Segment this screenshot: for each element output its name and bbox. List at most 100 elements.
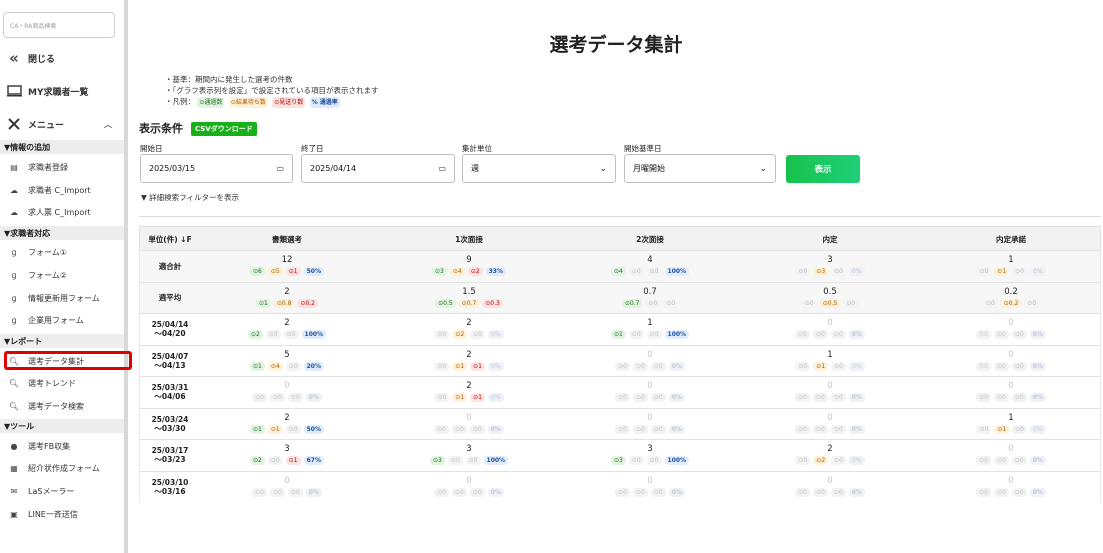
- table-cell: 0 ⊙0 ⊙0 ⊙0 0%: [936, 317, 1086, 339]
- cell-count: 2: [466, 318, 472, 328]
- pass-count: ⊙0: [252, 487, 267, 497]
- sidebar-item-label: LaSメーラー: [28, 486, 75, 496]
- base-day-select[interactable]: 月曜開始 ⌄: [624, 154, 776, 183]
- sidebar-item[interactable]: ɡ フォーム②: [0, 266, 124, 284]
- rejected-count: ⊙0: [1024, 298, 1040, 308]
- sidebar-item[interactable]: ✉ LaSメーラー: [0, 482, 124, 500]
- pass-count: ⊙3: [429, 456, 445, 465]
- sidebar-item[interactable]: ▦ 紹介状作成フォーム: [0, 459, 124, 477]
- table-row: 25/03/10 ～03/16 0 ⊙0 ⊙0 ⊙0 0% 0 ⊙0 ⊙0 ⊙0 0% 0 ⊙0 ⊙0 ⊙0…: [139, 470, 1101, 502]
- cell-count: 0: [827, 412, 833, 423]
- pending-count: ⊙0: [269, 487, 285, 497]
- cell-count: 4: [647, 255, 653, 265]
- pass-rate: 0%: [848, 487, 865, 497]
- csv-download-button[interactable]: CSVダウンロード: [191, 122, 257, 136]
- close-label: 閉じる: [28, 54, 56, 65]
- pass-rate: 100%: [301, 330, 327, 339]
- pending-count: ⊙0: [628, 330, 644, 339]
- sidebar-item[interactable]: ɡ 企業用フォーム: [0, 311, 124, 329]
- table-cell: 1 ⊙0 ⊙1 ⊙0 0%: [936, 412, 1086, 434]
- pass-count: ⊙0.5: [435, 298, 456, 308]
- sidebar-scrollbar[interactable]: [124, 0, 128, 553]
- table-cell: 3 ⊙2 ⊙0 ⊙1 67%: [212, 443, 362, 465]
- sidebar-item[interactable]: ▣ LINE一斉送信: [0, 505, 124, 523]
- sidebar-item[interactable]: ☁ 求人票 C_Import: [0, 203, 124, 221]
- rejected-count: ⊙0: [285, 424, 301, 434]
- pass-rate: 0%: [668, 424, 685, 434]
- pass-rate: 0%: [488, 361, 504, 371]
- pass-count: ⊙0: [795, 267, 811, 276]
- advanced-filter-toggle[interactable]: ▼ 詳細検索フィルターを表示: [141, 192, 239, 203]
- rejected-count: ⊙0: [830, 393, 846, 402]
- calendar-icon[interactable]: ▭: [438, 164, 446, 173]
- main-content: 選考データ集計 ・基準：期間内に発生した選考の件数 ・「グラフ表示列を設定」で設…: [129, 0, 1103, 553]
- pass-count: ⊙3: [432, 267, 447, 276]
- calendar-icon[interactable]: ▭: [276, 164, 284, 173]
- cell-count: 0: [647, 381, 653, 391]
- pass-count: ⊙0: [976, 267, 992, 276]
- pending-count: ⊙0: [632, 487, 648, 497]
- table-cell: 0 ⊙0 ⊙0 ⊙0 0%: [212, 380, 362, 402]
- sidebar-item[interactable]: ▤ 求職者登録: [0, 158, 124, 176]
- pass-count: ⊙0: [976, 393, 991, 402]
- column-header: 1次面接: [455, 234, 483, 244]
- cell-count: 0: [1008, 318, 1014, 328]
- close-sidebar-button[interactable]: « 閉じる: [0, 47, 124, 69]
- sidebar-item[interactable]: 🔍︎ 選考トレンド: [0, 374, 124, 392]
- table-cell: 0 ⊙0 ⊙0 ⊙0 0%: [936, 443, 1086, 465]
- table-cell: 2 ⊙2 ⊙0 ⊙0 100%: [212, 317, 362, 339]
- product-search-input[interactable]: CA・RA商品検索: [3, 12, 115, 38]
- pass-rate: 0%: [487, 424, 504, 434]
- table-cell: 1.5 ⊙0.5 ⊙0.7 ⊙0.3: [394, 286, 544, 308]
- sidebar-item[interactable]: ☁ 求職者 C_Import: [0, 181, 124, 199]
- rejected-count: ⊙0: [646, 456, 662, 465]
- legend-rejected: ⊙見送り数: [272, 97, 306, 108]
- rejected-count: ⊙0.3: [482, 298, 503, 308]
- table-row: 25/03/24 ～03/30 2 ⊙1 ⊙1 ⊙0 50% 0 ⊙0 ⊙0 ⊙0 0% 0 ⊙0 ⊙0 ⊙…: [139, 407, 1101, 439]
- pass-count: ⊙0: [252, 393, 267, 402]
- cell-count: 0.5: [823, 286, 837, 297]
- pass-count: ⊙0: [615, 393, 630, 402]
- rejected-count: ⊙0: [830, 330, 846, 339]
- rejected-count: ⊙0: [287, 393, 303, 402]
- pass-count: ⊙2: [247, 330, 263, 339]
- pass-count: ⊙0: [976, 361, 991, 371]
- pass-rate: 0%: [488, 393, 504, 402]
- table-cell: 3 ⊙0 ⊙3 ⊙0 0%: [755, 254, 905, 276]
- page-title: 選考データ集計: [549, 34, 683, 56]
- rejected-count: ⊙1: [285, 456, 301, 465]
- pending-count: ⊙0: [812, 424, 828, 434]
- pass-count: ⊙0: [795, 361, 811, 371]
- cell-count: 0: [647, 349, 653, 360]
- pending-count: ⊙0: [993, 361, 1009, 371]
- unit-sort-header[interactable]: 単位(件) ↓F: [140, 227, 200, 251]
- sidebar-item[interactable]: ɡ 情報更新用フォーム: [0, 289, 124, 307]
- rejected-count: ⊙0: [465, 456, 481, 465]
- cell-count: 12: [281, 255, 293, 265]
- table-cell: 0 ⊙0 ⊙0 ⊙0 0%: [755, 475, 905, 497]
- pending-count: ⊙1: [813, 361, 829, 371]
- table-cell: 2 ⊙1 ⊙1 ⊙0 50%: [212, 412, 362, 434]
- pending-count: ⊙0: [993, 330, 1009, 339]
- pass-rate: 0%: [1029, 393, 1046, 402]
- show-button[interactable]: 表示: [786, 155, 860, 183]
- row-label: 25/03/17 ～03/23: [151, 446, 189, 465]
- unit-select[interactable]: 週 ⌄: [462, 154, 616, 183]
- form-icon: ɡ: [11, 247, 17, 257]
- start-date-input[interactable]: 2025/03/15 ▭: [140, 154, 293, 183]
- menu-toggle[interactable]: メニュー ︿: [0, 113, 124, 135]
- pending-count: ⊙0: [447, 456, 463, 465]
- pass-count: ⊙0: [795, 393, 810, 402]
- end-date-input[interactable]: 2025/04/14 ▭: [301, 154, 455, 183]
- rejected-count: ⊙0: [285, 361, 301, 371]
- sidebar-item[interactable]: ɡ フォーム①: [0, 243, 124, 261]
- pass-count: ⊙1: [255, 298, 271, 308]
- pass-count: ⊙0: [434, 361, 450, 371]
- sidebar-item-my-jobseekers[interactable]: MY求職者一覧: [0, 80, 124, 102]
- cell-count: 2: [827, 444, 833, 454]
- pass-rate: 0%: [849, 456, 865, 465]
- cell-count: 0: [1008, 444, 1014, 454]
- sidebar-item[interactable]: 🔍︎ 選考データ検索: [0, 397, 124, 415]
- table-cell: 0.5 ⊙0 ⊙0.5 ⊙0: [755, 286, 905, 308]
- sidebar-item[interactable]: ● 選考FB収集: [0, 437, 124, 455]
